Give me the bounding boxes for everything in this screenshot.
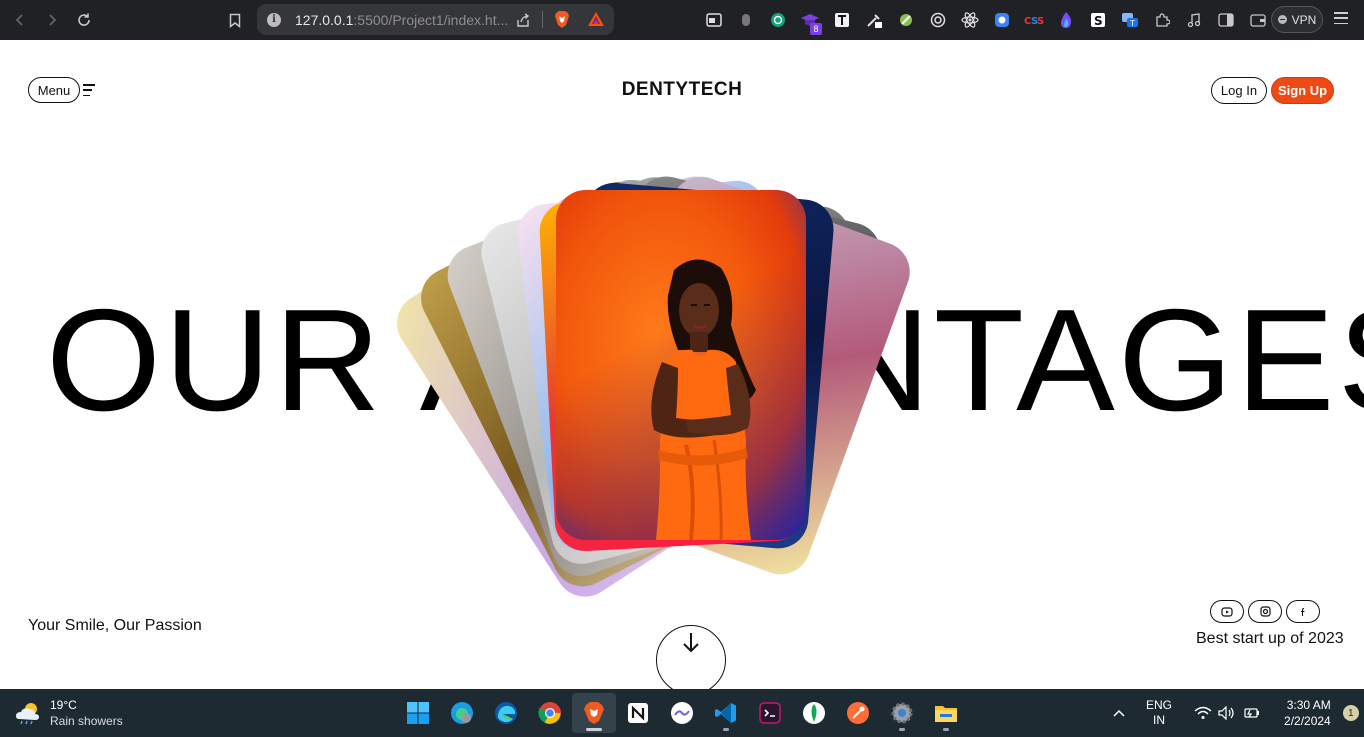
chatgpt-icon[interactable] [762, 8, 794, 32]
reload-icon[interactable] [68, 4, 100, 36]
back-icon[interactable] [4, 4, 36, 36]
tab-manager-icon[interactable] [698, 8, 730, 32]
social-links [1210, 600, 1320, 623]
css-extension-icon[interactable]: CSS [1018, 8, 1050, 32]
svg-text:T: T [1129, 19, 1135, 28]
mongodb-compass-icon[interactable] [792, 693, 836, 733]
battery-icon[interactable] [1242, 706, 1260, 720]
wifi-icon[interactable] [1194, 706, 1212, 720]
instagram-icon[interactable] [1248, 600, 1282, 623]
chrome-icon[interactable] [528, 693, 572, 733]
extensions-bar: 8 CSS S T [698, 8, 1274, 35]
wallet-icon[interactable] [1242, 8, 1274, 32]
edge-profile-icon[interactable] [440, 693, 484, 733]
vpn-button[interactable]: VPN [1271, 6, 1323, 33]
signup-button[interactable]: Sign Up [1271, 77, 1334, 104]
text-t-icon[interactable] [826, 8, 858, 32]
vpn-label: VPN [1291, 12, 1317, 27]
system-tray: ENG IN 3:30 AM 2/2/2024 1 [1112, 689, 1359, 737]
scroll-down-button[interactable] [656, 625, 726, 689]
music-note-icon[interactable] [1178, 8, 1210, 32]
region-code: IN [1153, 713, 1165, 727]
s-extension-icon[interactable]: S [1082, 8, 1114, 32]
facebook-icon[interactable] [1286, 600, 1320, 623]
os-taskbar: 19°C Rain showers ENG IN 3:30 AM 2/2/202… [0, 689, 1364, 737]
svg-text:S: S [1037, 16, 1044, 27]
browser-toolbar: i 127.0.0.1:5500/Project1/index.ht... 8 … [0, 0, 1364, 40]
bookmark-icon[interactable] [224, 8, 246, 32]
eyedropper-icon[interactable] [858, 8, 890, 32]
share-icon[interactable] [515, 12, 531, 28]
brand-logo-text: DENTYTECH [621, 79, 743, 100]
flame-icon[interactable] [1050, 8, 1082, 32]
time-text: 3:30 AM [1286, 698, 1331, 712]
settings-icon[interactable] [880, 693, 924, 733]
postman-icon[interactable] [836, 693, 880, 733]
notification-badge[interactable]: 1 [1342, 705, 1359, 721]
taskbar-apps [396, 693, 968, 733]
url-text: 127.0.0.1:5500/Project1/index.ht... [295, 12, 510, 28]
youtube-icon[interactable] [1210, 600, 1244, 623]
url-host: 127.0.0.1 [295, 11, 354, 28]
vpn-status-icon [1277, 15, 1287, 24]
date-text: 2/2/2024 [1284, 714, 1331, 728]
sidebar-icon[interactable] [1210, 8, 1242, 32]
web-page: Menu DENTYTECH Log In Sign Up OUR ADVANT… [0, 40, 1364, 689]
blue-extension-icon[interactable] [986, 8, 1018, 32]
temperature-text: 19°C [50, 698, 77, 712]
volume-icon[interactable] [1218, 706, 1236, 720]
translate-icon[interactable]: T [1114, 8, 1146, 32]
brave-browser-icon[interactable] [572, 693, 616, 733]
browser-menu-icon[interactable] [1334, 12, 1348, 24]
address-bar[interactable]: i 127.0.0.1:5500/Project1/index.ht... [257, 4, 614, 35]
language-code: ENG [1146, 698, 1173, 712]
login-button[interactable]: Log In [1211, 77, 1267, 104]
target-icon[interactable] [922, 8, 954, 32]
forward-icon[interactable] [36, 4, 68, 36]
hero-portrait-image [556, 190, 806, 540]
site-info-icon[interactable]: i [267, 12, 281, 27]
weather-condition-text: Rain showers [50, 714, 123, 728]
arrow-down-icon [683, 633, 699, 653]
rain-cloud-icon [14, 701, 42, 725]
brave-rewards-icon[interactable] [587, 11, 605, 27]
windows-start-icon[interactable] [396, 693, 440, 733]
weather-widget[interactable]: 19°C Rain showers [14, 697, 123, 729]
address-separator [542, 11, 543, 28]
puzzle-icon[interactable] [1146, 8, 1178, 32]
url-path: :5500/Project1/index.ht... [353, 11, 509, 28]
chevron-up-icon[interactable] [1112, 708, 1126, 718]
graduation-cap-icon[interactable]: 8 [794, 8, 826, 35]
file-explorer-icon[interactable] [924, 693, 968, 733]
vscode-icon[interactable] [704, 693, 748, 733]
brave-shields-icon[interactable] [554, 10, 570, 29]
tagline-text: Your Smile, Our Passion [28, 617, 202, 634]
excalidraw-icon[interactable] [660, 693, 704, 733]
svg-text:S: S [1094, 14, 1103, 28]
notion-icon[interactable] [616, 693, 660, 733]
language-indicator[interactable]: ENG IN [1146, 698, 1172, 728]
color-picker-icon[interactable] [890, 8, 922, 32]
edge-browser-icon[interactable] [484, 693, 528, 733]
clock[interactable]: 3:30 AM 2/2/2024 [1284, 697, 1331, 729]
mouse-extension-icon[interactable] [730, 8, 762, 32]
extension-badge: 8 [810, 23, 822, 35]
award-text: Best start up of 2023 [1196, 630, 1344, 647]
terminal-icon[interactable] [748, 693, 792, 733]
woman-portrait-figure [651, 259, 756, 540]
react-devtools-icon[interactable] [954, 8, 986, 32]
